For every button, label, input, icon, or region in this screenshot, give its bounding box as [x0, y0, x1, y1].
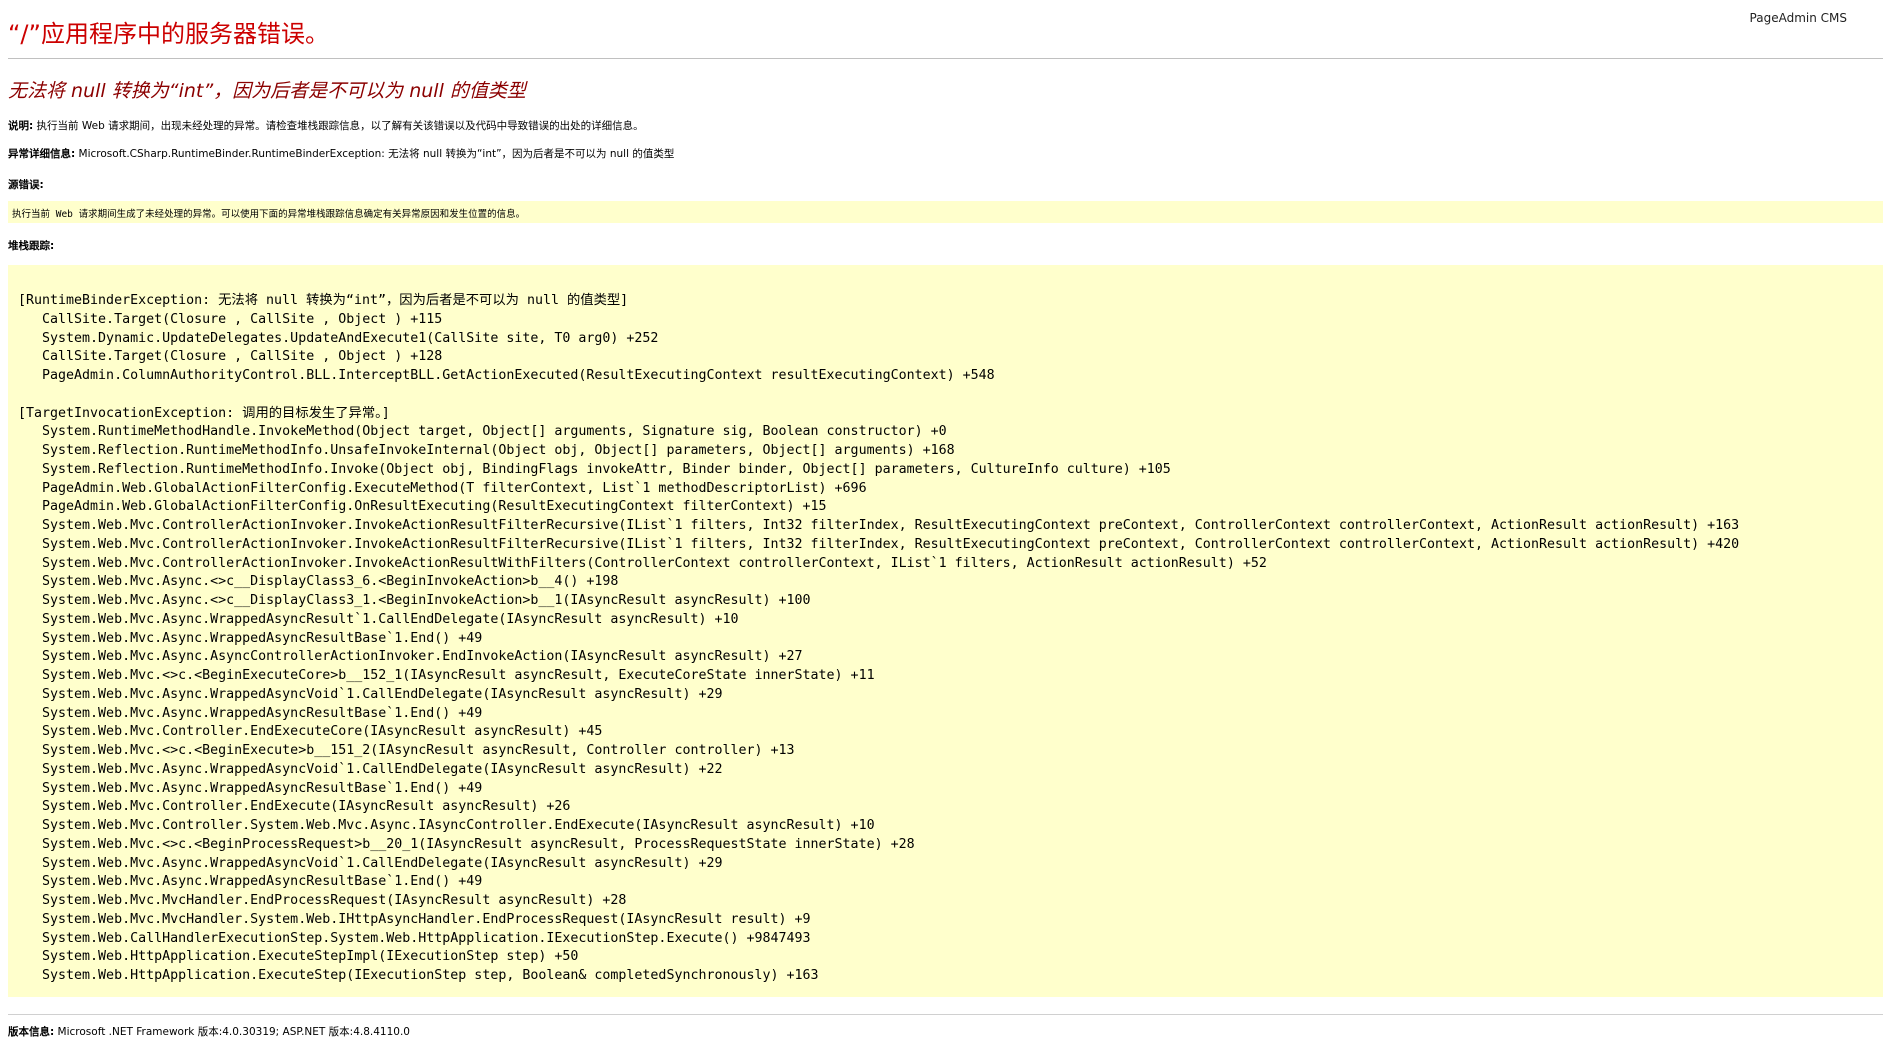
description-text: 执行当前 Web 请求期间，出现未经处理的异常。请检查堆栈跟踪信息，以了解有关该…: [33, 120, 644, 132]
exception-details-text: Microsoft.CSharp.RuntimeBinder.RuntimeBi…: [75, 148, 675, 160]
source-error-box: 执行当前 Web 请求期间生成了未经处理的异常。可以使用下面的异常堆栈跟踪信息确…: [8, 201, 1883, 223]
stack-trace-text: [RuntimeBinderException: 无法将 null 转换为“in…: [18, 293, 1740, 983]
page-title: “/”应用程序中的服务器错误。: [8, 20, 329, 48]
description-label: 说明:: [8, 120, 34, 132]
stack-trace-box: [RuntimeBinderException: 无法将 null 转换为“in…: [8, 265, 1883, 997]
stack-trace-line: 堆栈跟踪:: [8, 238, 54, 253]
title-divider: [8, 58, 1883, 59]
exception-details-line: 异常详细信息: Microsoft.CSharp.RuntimeBinder.R…: [8, 146, 674, 161]
brand-label: PageAdmin CMS: [1749, 11, 1847, 25]
version-info-line: 版本信息: Microsoft .NET Framework 版本:4.0.30…: [8, 1024, 410, 1039]
footer-divider: [8, 1014, 1883, 1015]
error-message: 无法将 null 转换为“int”，因为后者是不可以为 null 的值类型: [8, 80, 526, 102]
exception-details-label: 异常详细信息:: [8, 148, 76, 160]
source-error-line: 源错误:: [8, 177, 44, 192]
version-info-label: 版本信息:: [8, 1026, 55, 1038]
stack-trace-label: 堆栈跟踪:: [8, 240, 55, 252]
description-line: 说明: 执行当前 Web 请求期间，出现未经处理的异常。请检查堆栈跟踪信息，以了…: [8, 118, 644, 133]
source-error-label: 源错误:: [8, 179, 44, 191]
version-info-text: Microsoft .NET Framework 版本:4.0.30319; A…: [54, 1026, 410, 1038]
source-error-text: 执行当前 Web 请求期间生成了未经处理的异常。可以使用下面的异常堆栈跟踪信息确…: [12, 209, 526, 220]
